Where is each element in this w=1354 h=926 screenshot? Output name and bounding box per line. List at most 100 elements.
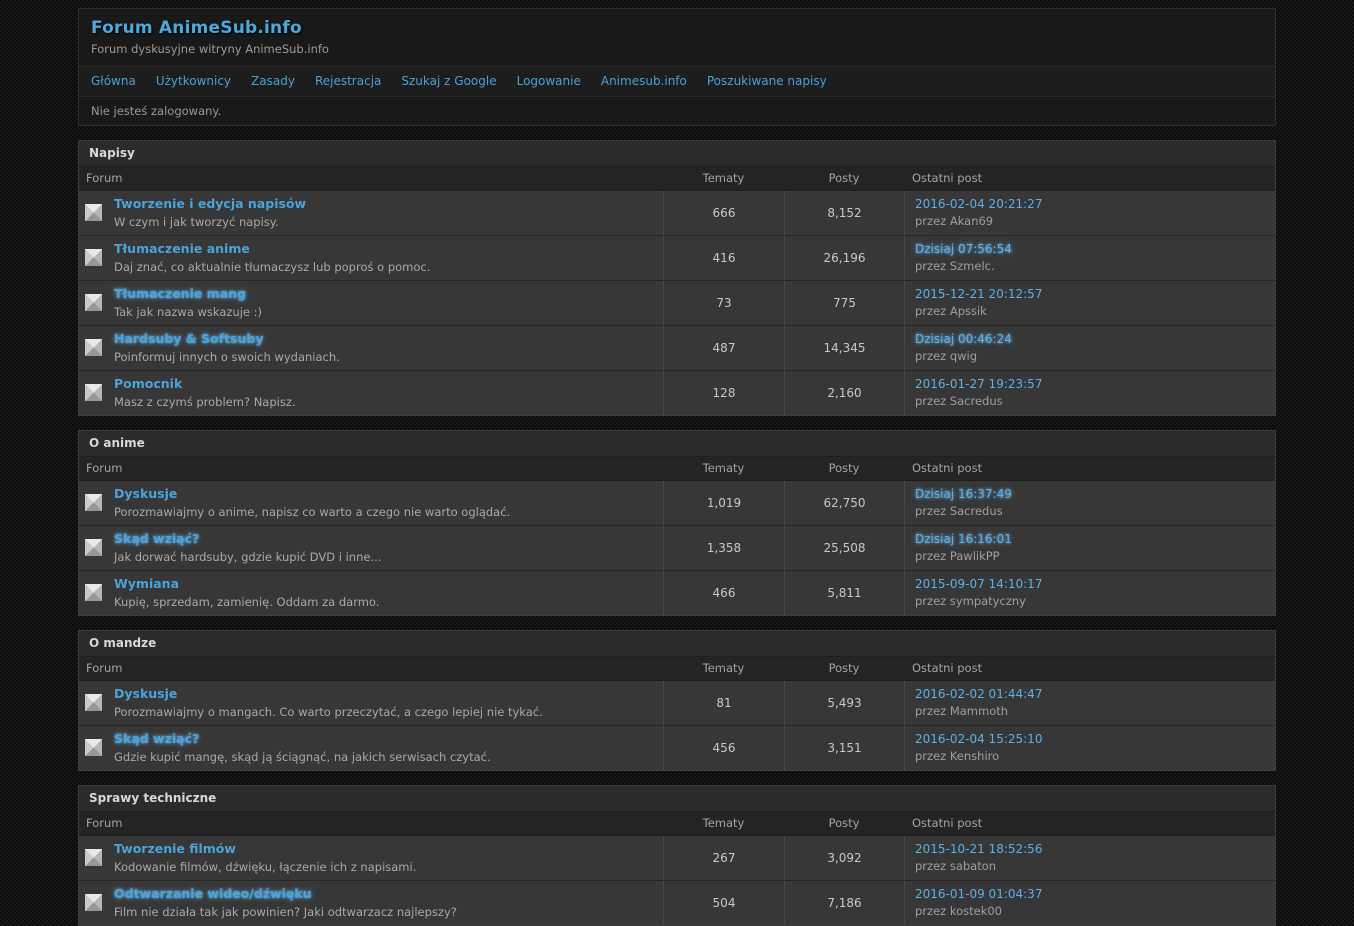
forum-link[interactable]: Wymiana (114, 576, 379, 591)
nav-link[interactable]: Animesub.info (601, 74, 687, 88)
forum-text: Dyskusje Porozmawiajmy o anime, napisz c… (114, 486, 510, 519)
table-rows: Tworzenie i edycja napisów W czym i jak … (79, 191, 1275, 415)
nav-link[interactable]: Użytkownicy (156, 74, 231, 88)
forum-text: Tłumaczenie mang Tak jak nazwa wskazuje … (114, 286, 262, 319)
forum-icon (85, 849, 102, 866)
column-header-posts: Posty (784, 167, 904, 190)
forum-icon (85, 249, 102, 266)
forum-link[interactable]: Tworzenie i edycja napisów (114, 196, 306, 211)
last-post-cell: 2015-10-21 18:52:56 przez sabaton (904, 836, 1275, 880)
forum-row: Tłumaczenie mang Tak jak nazwa wskazuje … (79, 280, 1275, 325)
last-post-author: przez Apssik (915, 304, 1265, 318)
last-post-link[interactable]: 2015-12-21 20:12:57 (915, 287, 1265, 302)
forum-link[interactable]: Tłumaczenie mang (114, 286, 262, 301)
forum-icon (85, 894, 102, 911)
column-header-forum: Forum (79, 457, 663, 480)
forum-cell: Hardsuby & Softsuby Poinformuj innych o … (79, 326, 663, 370)
last-post-author: przez qwig (915, 349, 1265, 363)
login-status: Nie jesteś zalogowany. (91, 104, 221, 118)
header-panel: Forum AnimeSub.info Forum dyskusyjne wit… (78, 8, 1276, 126)
topics-count: 416 (663, 236, 784, 280)
nav-link[interactable]: Zasady (251, 74, 295, 88)
posts-count: 3,151 (784, 726, 904, 770)
forum-cell: Tłumaczenie anime Daj znać, co aktualnie… (79, 236, 663, 280)
forum-cell: Dyskusje Porozmawiajmy o anime, napisz c… (79, 481, 663, 525)
posts-count: 8,152 (784, 191, 904, 235)
column-header-forum: Forum (79, 812, 663, 835)
forum-link[interactable]: Skąd wziąć? (114, 731, 491, 746)
status-bar: Nie jesteś zalogowany. (79, 97, 1275, 125)
forum-row: Pomocnik Masz z czymś problem? Napisz. 1… (79, 370, 1275, 415)
last-post-link[interactable]: 2016-02-04 20:21:27 (915, 197, 1265, 212)
last-post-link[interactable]: 2015-10-21 18:52:56 (915, 842, 1265, 857)
last-post-author: przez Sacredus (915, 394, 1265, 408)
site-title[interactable]: Forum AnimeSub.info (91, 18, 1263, 38)
forum-icon (85, 294, 102, 311)
last-post-link[interactable]: Dzisiaj 00:46:24 (915, 332, 1265, 347)
forum-link[interactable]: Dyskusje (114, 486, 510, 501)
last-post-cell: 2015-12-21 20:12:57 przez Apssik (904, 281, 1275, 325)
last-post-cell: 2016-01-27 19:23:57 przez Sacredus (904, 371, 1275, 415)
forum-text: Dyskusje Porozmawiajmy o mangach. Co war… (114, 686, 543, 719)
last-post-cell: Dzisiaj 16:16:01 przez PawlikPP (904, 526, 1275, 570)
table-rows: Dyskusje Porozmawiajmy o anime, napisz c… (79, 481, 1275, 615)
posts-count: 775 (784, 281, 904, 325)
posts-count: 26,196 (784, 236, 904, 280)
last-post-author: przez sympatyczny (915, 594, 1265, 608)
forum-link[interactable]: Skąd wziąć? (114, 531, 381, 546)
forum-text: Skąd wziąć? Gdzie kupić mangę, skąd ją ś… (114, 731, 491, 764)
table-header: Forum Tematy Posty Ostatni post (79, 812, 1275, 836)
topics-count: 81 (663, 681, 784, 725)
forum-icon (85, 694, 102, 711)
last-post-link[interactable]: 2016-01-27 19:23:57 (915, 377, 1265, 392)
topics-count: 267 (663, 836, 784, 880)
forum-section: O mandze Forum Tematy Posty Ostatni post… (78, 630, 1276, 771)
forum-link[interactable]: Pomocnik (114, 376, 296, 391)
forum-table: Forum Tematy Posty Ostatni post Dyskusje… (78, 457, 1276, 616)
forum-table: Forum Tematy Posty Ostatni post Tworzeni… (78, 812, 1276, 926)
column-header-forum: Forum (79, 657, 663, 680)
table-header: Forum Tematy Posty Ostatni post (79, 167, 1275, 191)
topics-count: 504 (663, 881, 784, 925)
last-post-author: przez PawlikPP (915, 549, 1265, 563)
forum-section: O anime Forum Tematy Posty Ostatni post … (78, 430, 1276, 616)
forum-link[interactable]: Dyskusje (114, 686, 543, 701)
last-post-link[interactable]: 2016-02-02 01:44:47 (915, 687, 1265, 702)
nav-link[interactable]: Poszukiwane napisy (707, 74, 827, 88)
forum-text: Odtwarzanie wideo/dźwięku Film nie dział… (114, 886, 457, 919)
forum-row: Skąd wziąć? Gdzie kupić mangę, skąd ją ś… (79, 725, 1275, 770)
last-post-link[interactable]: Dzisiaj 16:16:01 (915, 532, 1265, 547)
forum-text: Pomocnik Masz z czymś problem? Napisz. (114, 376, 296, 409)
last-post-author: przez Mammoth (915, 704, 1265, 718)
forum-icon (85, 584, 102, 601)
last-post-author: przez Kenshiro (915, 749, 1265, 763)
site-subtitle: Forum dyskusyjne witryny AnimeSub.info (91, 42, 1263, 56)
forum-link[interactable]: Tłumaczenie anime (114, 241, 430, 256)
nav-link[interactable]: Rejestracja (315, 74, 381, 88)
nav-link[interactable]: Szukaj z Google (401, 74, 496, 88)
posts-count: 7,186 (784, 881, 904, 925)
forum-icon (85, 739, 102, 756)
last-post-link[interactable]: 2016-02-04 15:25:10 (915, 732, 1265, 747)
last-post-link[interactable]: 2015-09-07 14:10:17 (915, 577, 1265, 592)
column-header-posts: Posty (784, 457, 904, 480)
nav-link[interactable]: Logowanie (517, 74, 581, 88)
topics-count: 456 (663, 726, 784, 770)
column-header-posts: Posty (784, 657, 904, 680)
last-post-link[interactable]: Dzisiaj 16:37:49 (915, 487, 1265, 502)
column-header-topics: Tematy (663, 167, 784, 190)
forum-description: Jak dorwać hardsuby, gdzie kupić DVD i i… (114, 550, 381, 564)
nav-link[interactable]: Główna (91, 74, 136, 88)
last-post-cell: 2015-09-07 14:10:17 przez sympatyczny (904, 571, 1275, 615)
forum-description: Kodowanie filmów, dźwięku, łączenie ich … (114, 860, 416, 874)
forum-cell: Pomocnik Masz z czymś problem? Napisz. (79, 371, 663, 415)
table-rows: Tworzenie filmów Kodowanie filmów, dźwię… (79, 836, 1275, 925)
forum-row: Dyskusje Porozmawiajmy o mangach. Co war… (79, 681, 1275, 725)
forum-row: Skąd wziąć? Jak dorwać hardsuby, gdzie k… (79, 525, 1275, 570)
column-header-last-post: Ostatni post (904, 457, 1275, 480)
last-post-link[interactable]: 2016-01-09 01:04:37 (915, 887, 1265, 902)
forum-link[interactable]: Hardsuby & Softsuby (114, 331, 340, 346)
last-post-link[interactable]: Dzisiaj 07:56:54 (915, 242, 1265, 257)
forum-link[interactable]: Tworzenie filmów (114, 841, 416, 856)
forum-link[interactable]: Odtwarzanie wideo/dźwięku (114, 886, 457, 901)
